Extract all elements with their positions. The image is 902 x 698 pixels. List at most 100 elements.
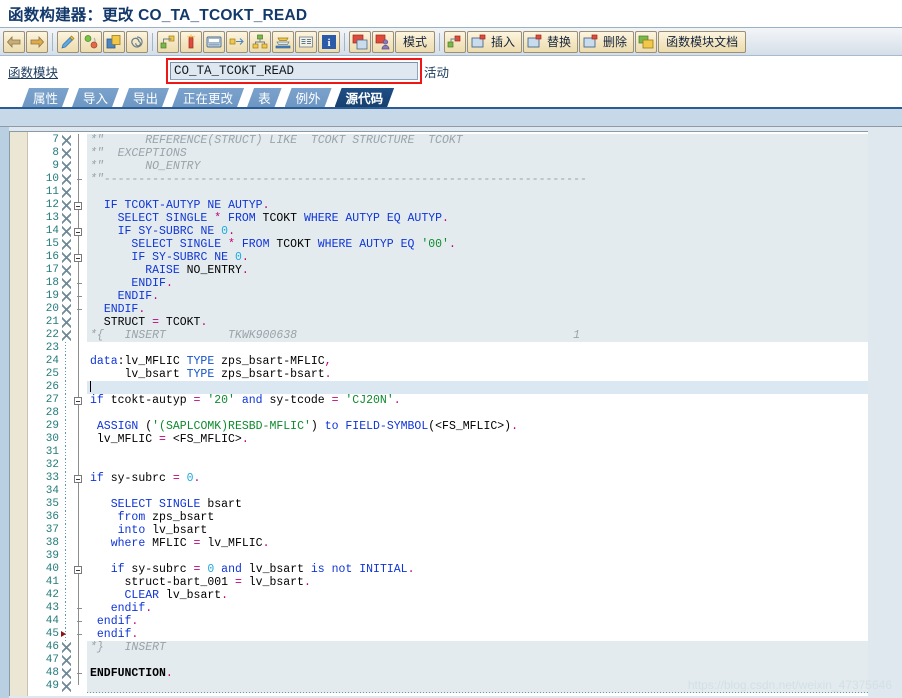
doc-window-button[interactable] xyxy=(635,30,658,53)
fold-cell[interactable] xyxy=(71,563,87,576)
code-line[interactable]: into lv_bsart xyxy=(87,524,868,537)
where-used-button[interactable] xyxy=(226,30,248,53)
code-line[interactable]: *" NO_ENTRY xyxy=(87,160,868,173)
function-module-input[interactable] xyxy=(170,62,418,80)
check-button[interactable] xyxy=(80,30,102,53)
code-line[interactable] xyxy=(87,485,868,498)
forward-button[interactable] xyxy=(26,30,48,53)
fold-collapse-icon[interactable] xyxy=(74,253,82,262)
display-object-button[interactable] xyxy=(203,30,225,53)
replace-button[interactable]: 替换 xyxy=(523,30,579,53)
line-number: 15 xyxy=(45,238,59,250)
fold-cell[interactable] xyxy=(71,394,87,407)
tab-changing[interactable]: 正在更改 xyxy=(172,88,244,107)
readonly-hatch-marker xyxy=(62,654,71,667)
activate-button[interactable] xyxy=(126,30,148,53)
code-line[interactable] xyxy=(87,407,868,420)
code-line[interactable]: SELECT SINGLE bsart xyxy=(87,498,868,511)
code-line[interactable] xyxy=(87,186,868,199)
code-text-area[interactable]: *" REFERENCE(STRUCT) LIKE TCOKT STRUCTUR… xyxy=(87,132,868,696)
function-module-label: 函数模块 xyxy=(8,65,59,80)
code-line[interactable] xyxy=(87,550,868,563)
fold-collapse-icon[interactable] xyxy=(74,201,82,210)
code-line[interactable]: *{ INSERT TKWK900638 1 xyxy=(87,329,868,342)
list-button[interactable] xyxy=(295,30,317,53)
line-number: 12 xyxy=(45,199,59,211)
code-line[interactable]: CLEAR lv_bsart. xyxy=(87,589,868,602)
code-line[interactable]: ENDIF. xyxy=(87,290,868,303)
code-line[interactable]: where MFLIC = lv_MFLIC. xyxy=(87,537,868,550)
code-line[interactable]: IF SY-SUBRC NE 0. xyxy=(87,225,868,238)
code-line[interactable]: IF TCOKT-AUTYP NE AUTYP. xyxy=(87,199,868,212)
code-line[interactable] xyxy=(87,381,868,394)
code-line[interactable]: ENDIF. xyxy=(87,277,868,290)
tab-tables[interactable]: 表 xyxy=(247,88,282,107)
fold-collapse-icon[interactable] xyxy=(74,474,82,483)
debug-user-button[interactable] xyxy=(372,30,394,53)
code-line[interactable]: SELECT SINGLE * FROM TCOKT WHERE AUTYP E… xyxy=(87,238,868,251)
mode-button[interactable]: 模式 xyxy=(395,30,436,53)
code-line[interactable]: if sy-subrc = 0 and lv_bsart is not INIT… xyxy=(87,563,868,576)
insert-button[interactable]: 插入 xyxy=(467,30,523,53)
back-button[interactable] xyxy=(3,30,25,53)
tab-import[interactable]: 导入 xyxy=(72,88,119,107)
fold-collapse-icon[interactable] xyxy=(74,565,82,574)
code-line[interactable] xyxy=(87,342,868,355)
fold-end-tick xyxy=(77,309,82,310)
code-line[interactable]: if sy-subrc = 0. xyxy=(87,472,868,485)
code-line[interactable]: ENDFUNCTION. xyxy=(87,667,868,680)
debug-button[interactable] xyxy=(349,30,371,53)
tab-exceptions[interactable]: 例外 xyxy=(285,88,332,107)
code-line[interactable]: struct-bart_001 = lv_bsart. xyxy=(87,576,868,589)
code-line[interactable]: if tcokt-autyp = '20' and sy-tcode = 'CJ… xyxy=(87,394,868,407)
function-module-doc-button[interactable]: 函数模块文档 xyxy=(658,30,747,53)
code-folding-column[interactable] xyxy=(61,132,87,696)
code-line[interactable]: data:lv_MFLIC TYPE zps_bsart-MFLIC, xyxy=(87,355,868,368)
fold-cell[interactable] xyxy=(71,472,87,485)
code-line[interactable]: lv_bsart TYPE zps_bsart-bsart. xyxy=(87,368,868,381)
code-line[interactable]: SELECT SINGLE * FROM TCOKT WHERE AUTYP E… xyxy=(87,212,868,225)
breakpoint-column[interactable] xyxy=(10,132,28,696)
code-line[interactable]: IF SY-SUBRC NE 0. xyxy=(87,251,868,264)
code-line[interactable]: RAISE NO_ENTRY. xyxy=(87,264,868,277)
code-line[interactable] xyxy=(87,446,868,459)
info-button[interactable]: i xyxy=(318,30,340,53)
code-line[interactable]: endif. xyxy=(87,615,868,628)
fold-collapse-icon[interactable] xyxy=(74,396,82,405)
code-line[interactable]: endif. xyxy=(87,628,868,641)
fold-cell[interactable] xyxy=(71,199,87,212)
fold-cell[interactable] xyxy=(71,225,87,238)
tab-attributes[interactable]: 属性 xyxy=(22,88,69,107)
code-line[interactable]: endif. xyxy=(87,602,868,615)
code-line[interactable] xyxy=(87,459,868,472)
fold-collapse-icon[interactable] xyxy=(74,227,82,236)
fold-cell[interactable] xyxy=(71,251,87,264)
code-line[interactable] xyxy=(87,654,868,667)
fold-cell xyxy=(71,264,87,277)
navigate-button[interactable] xyxy=(444,30,467,53)
code-line[interactable]: STRUCT = TCOKT. xyxy=(87,316,868,329)
editor-bottom-dotted-line xyxy=(87,692,868,693)
display-change-button[interactable] xyxy=(57,30,79,53)
line-number: 39 xyxy=(45,550,59,562)
code-line[interactable]: from zps_bsart xyxy=(87,511,868,524)
editable-line-marker xyxy=(62,368,71,381)
tab-export[interactable]: 导出 xyxy=(122,88,169,107)
pattern-button[interactable] xyxy=(157,30,179,53)
copy-button[interactable] xyxy=(103,30,125,53)
line-number: 45 xyxy=(45,628,59,640)
code-line[interactable]: *" EXCEPTIONS xyxy=(87,147,868,160)
code-line[interactable]: ASSIGN ('(SAPLCOMK)RESBD-MFLIC') to FIEL… xyxy=(87,420,868,433)
code-line[interactable]: ENDIF. xyxy=(87,303,868,316)
stack-button[interactable] xyxy=(272,30,294,53)
delete-button[interactable]: 删除 xyxy=(579,30,635,53)
pretty-printer-button[interactable] xyxy=(180,30,202,53)
tab-source-code[interactable]: 源代码 xyxy=(335,88,395,107)
code-line[interactable]: *" REFERENCE(STRUCT) LIKE TCOKT STRUCTUR… xyxy=(87,134,868,147)
code-editor[interactable]: 7 8 9 10 11 12 13 14 15 16 17 18 19 20 21 22 23 24 25 26 27 2… xyxy=(9,131,868,696)
hierarchy-button[interactable] xyxy=(249,30,271,53)
fold-cell xyxy=(71,459,87,472)
code-line[interactable]: *} INSERT xyxy=(87,641,868,654)
code-line[interactable]: *"--------------------------------------… xyxy=(87,173,868,186)
code-line[interactable]: lv_MFLIC = <FS_MFLIC>. xyxy=(87,433,868,446)
